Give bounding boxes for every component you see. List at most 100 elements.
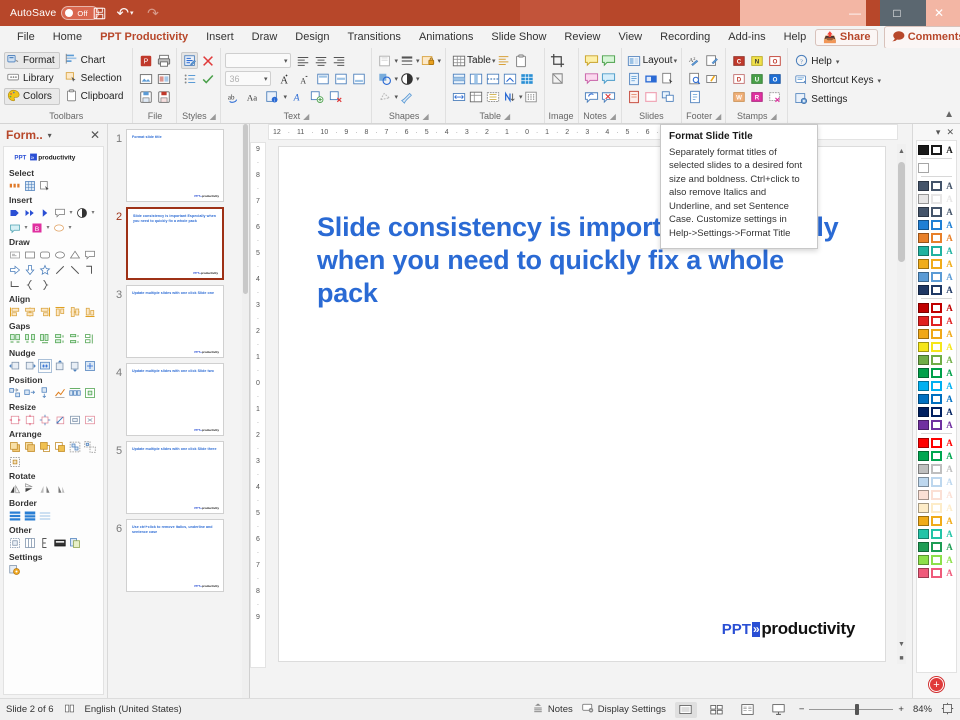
note-delete-icon[interactable]: [600, 88, 617, 105]
add-textbox-icon[interactable]: [308, 88, 325, 105]
fill-color-swatch[interactable]: [918, 380, 929, 391]
export-pptx-icon[interactable]: P: [137, 52, 154, 69]
autosave-control[interactable]: AutoSave Off: [0, 6, 100, 20]
line-color-swatch[interactable]: [931, 502, 942, 513]
table-autofit-icon[interactable]: [501, 70, 518, 87]
table-borders-icon[interactable]: [484, 88, 501, 105]
reset-image-icon[interactable]: [549, 70, 566, 87]
flip-horizontal-icon[interactable]: [8, 482, 22, 496]
color-swatch-row[interactable]: A: [917, 392, 956, 405]
tab-file[interactable]: File: [8, 27, 44, 47]
fill-color-swatch[interactable]: [918, 406, 929, 417]
draw-line-down-icon[interactable]: [68, 263, 82, 277]
text-color-swatch[interactable]: A: [944, 272, 955, 282]
replace-text-icon[interactable]: ab: [225, 88, 242, 105]
line-color-swatch[interactable]: [931, 554, 942, 565]
reading-view-icon[interactable]: [737, 702, 759, 718]
font-size-combo[interactable]: 36 ▾: [225, 71, 272, 86]
position-distribute-icon[interactable]: [68, 386, 82, 400]
thumbnail-item-6[interactable]: 6 Use ctrl+click to remove italics, unde…: [108, 514, 249, 592]
text-color-swatch[interactable]: A: [944, 329, 955, 339]
zoom-in-button[interactable]: +: [898, 704, 904, 715]
color-swatch-row[interactable]: A: [917, 405, 956, 418]
tab-draw[interactable]: Draw: [243, 27, 287, 47]
font-family-combo[interactable]: ▾: [225, 53, 292, 68]
line-color-swatch[interactable]: [931, 162, 942, 173]
zoom-level-label[interactable]: 84%: [913, 704, 932, 715]
insert-note-caret[interactable]: ▾: [23, 221, 29, 235]
color-swatch-row[interactable]: A: [917, 257, 956, 270]
fill-color-swatch[interactable]: [918, 515, 929, 526]
send-backward-icon[interactable]: [53, 440, 67, 454]
text-color-swatch[interactable]: A: [944, 233, 955, 243]
draw-brace-left-icon[interactable]: [23, 278, 37, 292]
text-color-swatch[interactable]: A: [944, 516, 955, 526]
thumbnail-slide[interactable]: Update multiple slides with one click Sl…: [126, 363, 224, 436]
footer-number-icon[interactable]: A2: [686, 52, 703, 69]
draw-rectangle-icon[interactable]: [23, 248, 37, 262]
line-color-swatch[interactable]: [931, 437, 942, 448]
resize-width-icon[interactable]: [8, 413, 22, 427]
notes-dialog-launcher[interactable]: ◢: [610, 110, 616, 123]
delete-textbox-icon[interactable]: [327, 88, 344, 105]
fill-color-swatch[interactable]: [918, 302, 929, 313]
line-color-swatch[interactable]: [931, 489, 942, 500]
color-swatch-row[interactable]: A: [917, 244, 956, 257]
fill-color-swatch[interactable]: [918, 193, 929, 204]
color-swatch-row[interactable]: A: [917, 218, 956, 231]
zoom-slider[interactable]: − +: [799, 704, 904, 715]
text-box-bottom-icon[interactable]: [350, 70, 367, 87]
fill-color-swatch[interactable]: [918, 245, 929, 256]
delete-slide-icon[interactable]: [626, 88, 643, 105]
close-icon[interactable]: ✕: [946, 127, 954, 138]
text-color-swatch[interactable]: A: [944, 194, 955, 204]
color-swatch-row[interactable]: A: [917, 462, 956, 475]
note-green-icon[interactable]: [600, 52, 617, 69]
fill-color-swatch[interactable]: [918, 554, 929, 565]
shape-contrast-caret[interactable]: ▾: [416, 75, 420, 83]
color-swatch-row[interactable]: A: [917, 527, 956, 540]
text-color-swatch[interactable]: A: [944, 285, 955, 295]
undo-icon[interactable]: ↶ ▾: [112, 4, 138, 22]
other-grid-icon[interactable]: [8, 536, 22, 550]
text-color-swatch[interactable]: A: [944, 490, 955, 500]
styles-dialog-launcher[interactable]: ◢: [210, 110, 216, 123]
stamp-c-icon[interactable]: C: [730, 52, 747, 69]
slide-scrollbar[interactable]: [897, 144, 906, 664]
selection-button[interactable]: Selection: [62, 70, 129, 87]
insert-chevron-icon[interactable]: [23, 206, 37, 220]
print-icon[interactable]: [155, 52, 172, 69]
draw-arrow-right-icon[interactable]: [8, 263, 22, 277]
colors-button[interactable]: Colors: [4, 88, 60, 105]
flip-vertical-icon[interactable]: [23, 482, 37, 496]
line-color-swatch[interactable]: [931, 341, 942, 352]
gap-remove-icon[interactable]: [38, 332, 52, 346]
table-grid-dots-icon[interactable]: [523, 88, 540, 105]
thumbnail-item-1[interactable]: 1 Format slide title PPT»productivity: [108, 124, 249, 202]
align-middle-panel-icon[interactable]: [68, 305, 82, 319]
fill-color-swatch[interactable]: [918, 354, 929, 365]
thumbnail-slide[interactable]: Update multiple slides with one click Sl…: [126, 441, 224, 514]
nudge-up-icon[interactable]: [53, 359, 67, 373]
other-duplicate-icon[interactable]: [68, 536, 82, 550]
line-color-swatch[interactable]: [931, 144, 942, 155]
fill-color-swatch[interactable]: [918, 271, 929, 282]
text-color-swatch[interactable]: A: [944, 477, 955, 487]
align-center-icon[interactable]: [312, 52, 329, 69]
draw-callout-icon[interactable]: [83, 248, 97, 262]
line-color-swatch[interactable]: [931, 406, 942, 417]
other-bracket-icon[interactable]: [38, 536, 52, 550]
format-slide-title-icon[interactable]: [181, 52, 199, 69]
crop-image-icon[interactable]: [549, 52, 566, 69]
bring-forward-icon[interactable]: [38, 440, 52, 454]
note-refresh-icon[interactable]: [583, 88, 600, 105]
stamp-o-icon[interactable]: O: [766, 52, 783, 69]
text-color-swatch[interactable]: A: [944, 246, 955, 256]
line-color-swatch[interactable]: [931, 206, 942, 217]
color-swatch-row[interactable]: A: [917, 161, 956, 174]
new-slide-icon[interactable]: [626, 70, 643, 87]
color-swatch-row[interactable]: A: [917, 566, 956, 579]
draw-triangle-icon[interactable]: [68, 248, 82, 262]
gap-vertical-equal-icon[interactable]: [68, 332, 82, 346]
rotate-left-icon[interactable]: [38, 482, 52, 496]
